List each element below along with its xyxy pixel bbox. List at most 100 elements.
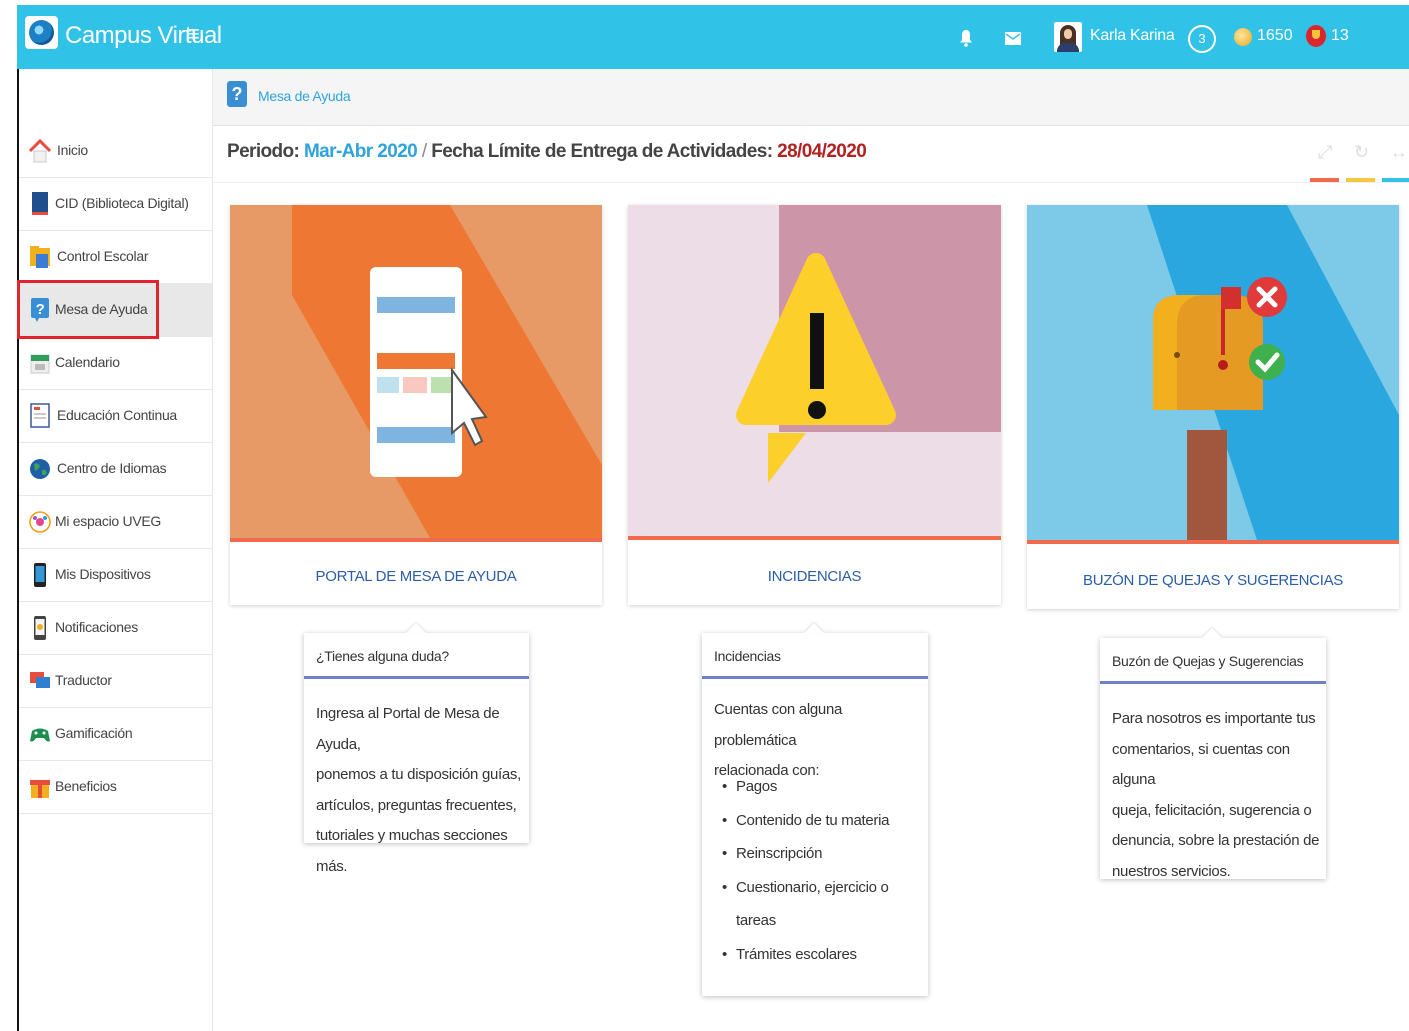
popover-line: tutoriales y muchas secciones más. [316, 827, 508, 875]
sidebar-item-inicio[interactable]: Inicio [19, 125, 212, 178]
breadcrumb: ? Mesa de Ayuda [213, 69, 1409, 126]
sidebar-item-mi-espacio-uveg[interactable]: Mi espacio UVEG [19, 496, 212, 549]
card-accent-line [1027, 540, 1399, 544]
card-caption[interactable]: PORTAL DE MESA DE AYUDA [230, 568, 602, 585]
popover-list: Pagos Contenido de tu materia Reinscripc… [722, 770, 890, 972]
user-avatar[interactable] [1054, 22, 1082, 52]
sidebar-item-label: Centro de Idiomas [57, 460, 167, 476]
popover-line: Cuentas con alguna problemática [714, 701, 843, 749]
refresh-icon[interactable]: ↻ [1354, 142, 1369, 163]
card-accent-line [628, 536, 1001, 540]
popover-buzon: Buzón de Quejas y Sugerencias Para nosot… [1100, 628, 1326, 880]
sidebar-item-cid[interactable]: CID (Biblioteca Digital) [19, 178, 212, 231]
popover-divider [702, 676, 928, 679]
sidebar-item-notificaciones[interactable]: Notificaciones [19, 602, 212, 655]
book-icon [32, 192, 48, 215]
popover-body: Ingresa al Portal de Mesa de Ayuda, pone… [316, 699, 529, 882]
fullscreen-icon[interactable]: ⤢ [1318, 142, 1332, 163]
card-buzon[interactable]: BUZÓN DE QUEJAS Y SUGERENCIAS [1027, 205, 1399, 609]
trophy-count: 13 [1331, 27, 1349, 44]
user-name[interactable]: Karla Karina [1090, 27, 1175, 45]
sidebar-item-label: Inicio [57, 142, 88, 158]
buzon-illustration [1027, 205, 1399, 540]
phone-icon [34, 563, 46, 587]
popover-line: denuncia, sobre la prestación de [1112, 832, 1320, 849]
mail-icon[interactable] [1005, 32, 1021, 45]
menu-toggle-icon[interactable]: ≡ [187, 21, 200, 47]
list-item: Trámites escolares [722, 938, 889, 972]
period-bar: Periodo: Mar-Abr 2020 / Fecha Límite de … [213, 126, 1409, 183]
breadcrumb-item[interactable]: Mesa de Ayuda [258, 88, 351, 104]
sidebar-item-centro-de-idiomas[interactable]: Centro de Idiomas [19, 443, 212, 496]
sidebar-item-beneficios[interactable]: Beneficios [19, 761, 212, 814]
color-strip-blue [1382, 178, 1409, 182]
popover-line: Ingresa al Portal de Mesa de Ayuda, [316, 705, 500, 753]
campus-logo-icon[interactable] [25, 16, 58, 49]
popover-line: artículos, preguntas frecuentes, [316, 796, 517, 814]
list-item: tareas [736, 912, 776, 929]
sidebar-item-traductor[interactable]: Traductor [19, 655, 212, 708]
notification-icon [34, 616, 46, 640]
sidebar-item-control-escolar[interactable]: Control Escolar [19, 231, 212, 284]
coin-count: 1650 [1257, 27, 1293, 44]
folder-icon [30, 246, 50, 268]
color-strip-yellow [1346, 178, 1375, 182]
list-item: Reinscripción [722, 837, 889, 871]
sidebar-item-calendario[interactable]: Calendario [19, 337, 212, 390]
help-icon: ? [31, 298, 49, 322]
sidebar-item-mis-dispositivos[interactable]: Mis Dispositivos [19, 549, 212, 602]
sidebar-item-mesa-de-ayuda[interactable]: ? Mesa de Ayuda [19, 284, 212, 337]
card-portal-mesa-de-ayuda[interactable]: PORTAL DE MESA DE AYUDA [230, 205, 602, 605]
popover-title: Incidencias [714, 648, 781, 664]
svg-text:?: ? [36, 301, 45, 318]
sidebar-item-label: CID (Biblioteca Digital) [55, 195, 189, 211]
top-bar: Campus Virtual ≡ Karla Karina 3 1650 13 [17, 5, 1409, 69]
popover-line: ponemos a tu disposición guías, [316, 766, 521, 783]
sidebar-item-label: Control Escolar [57, 248, 149, 264]
popover-divider [304, 676, 529, 679]
card-caption[interactable]: INCIDENCIAS [628, 568, 1001, 585]
help-icon: ? [227, 81, 247, 107]
popover-line: Para nosotros es importante tus [1112, 710, 1316, 727]
home-icon [29, 138, 51, 163]
period-prefix: Periodo: [227, 141, 300, 162]
popover-incidencias: Incidencias Cuentas con alguna problemát… [702, 623, 928, 996]
period-info: Periodo: Mar-Abr 2020 / Fecha Límite de … [227, 141, 867, 163]
sidebar: Inicio CID (Biblioteca Digital) Control … [17, 69, 213, 1031]
sidebar-item-label: Gamificación [55, 725, 133, 741]
sidebar-item-label: Notificaciones [55, 619, 138, 635]
list-item: Cuestionario, ejercicio o [722, 871, 889, 905]
community-icon [29, 511, 51, 533]
deadline-value: 28/04/2020 [777, 141, 867, 162]
sidebar-item-label: Educación Continua [57, 407, 177, 423]
popover-divider [1100, 681, 1326, 684]
popover-body: Para nosotros es importante tus comentar… [1112, 704, 1326, 887]
calendar-icon [30, 354, 50, 374]
portal-illustration [230, 205, 602, 538]
level-badge: 3 [1188, 25, 1216, 53]
collapse-icon[interactable]: ↔ [1390, 142, 1408, 163]
card-caption[interactable]: BUZÓN DE QUEJAS Y SUGERENCIAS [1027, 572, 1399, 589]
coin-icon [1234, 28, 1252, 46]
sidebar-item-educacion-continua[interactable]: Educación Continua [19, 390, 212, 443]
chat-icon [30, 672, 50, 688]
sidebar-item-label: Traductor [55, 672, 112, 688]
sidebar-item-gamificacion[interactable]: Gamificación [19, 708, 212, 761]
deadline-label: Fecha Límite de Entrega de Actividades: [431, 141, 773, 162]
popover-portal: ¿Tienes alguna duda? Ingresa al Portal d… [304, 623, 529, 875]
bell-icon[interactable] [959, 29, 973, 47]
popover-line: queja, felicitación, sugerencia o [1112, 801, 1312, 819]
gift-icon [30, 780, 50, 798]
color-strip-red [1310, 178, 1339, 182]
gamepad-icon [30, 728, 50, 742]
period-value: Mar-Abr 2020 [303, 141, 418, 162]
sidebar-item-label: Beneficios [55, 778, 117, 794]
popover-title: Buzón de Quejas y Sugerencias [1112, 653, 1304, 669]
globe-icon [30, 459, 50, 479]
incidencias-illustration [628, 205, 1001, 536]
sidebar-item-label: Mesa de Ayuda [55, 301, 148, 317]
list-item: Contenido de tu materia [722, 804, 890, 838]
card-incidencias[interactable]: INCIDENCIAS [628, 205, 1001, 605]
period-separator: / [421, 141, 427, 162]
popover-line: comentarios, si cuentas con alguna [1112, 740, 1290, 789]
